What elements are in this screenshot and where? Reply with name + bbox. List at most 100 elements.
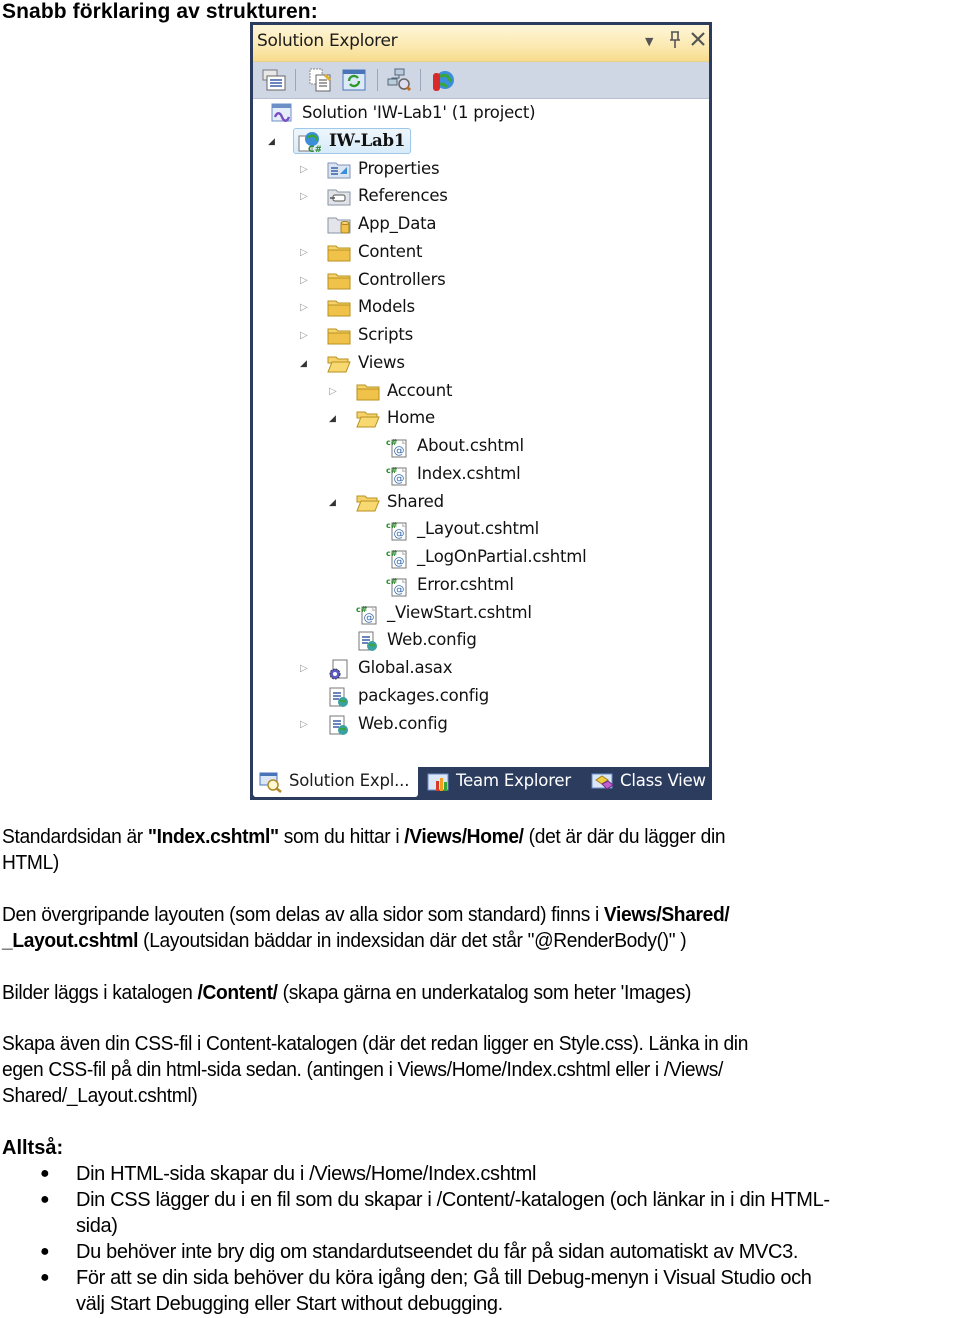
tree-node[interactable]: ▷ Global.asax <box>253 655 703 681</box>
tree-node[interactable]: packages.config <box>253 683 703 709</box>
tree-node[interactable]: c# @ _ViewStart.cshtml <box>253 600 703 626</box>
tree-node-label: _Layout.cshtml <box>417 519 540 539</box>
expand-arrow-icon[interactable]: ▷ <box>300 275 312 287</box>
paragraph-layout: Den övergripande layouten (som delas av … <box>2 902 943 954</box>
tree-node[interactable]: c# @ About.cshtml <box>253 433 703 459</box>
tree-node-label: Global.asax <box>358 658 453 677</box>
collapse-arrow-icon[interactable]: ◢ <box>268 136 280 148</box>
text: Den övergripande layouten (som delas av … <box>2 904 604 926</box>
tree-node[interactable]: ◢ Home <box>253 405 703 431</box>
tree-node[interactable]: App_Data <box>253 211 703 237</box>
tree-node[interactable]: ◢ Views <box>253 350 703 376</box>
window-dropdown-icon[interactable]: ▼ <box>645 35 653 48</box>
summary-list: ● Din HTML-sida skapar du i /Views/Home/I… <box>0 1161 960 1317</box>
tree-node[interactable]: c# @ Index.cshtml <box>253 461 703 487</box>
toolbar-separator <box>377 69 378 91</box>
summary-item-text: Du behöver inte bry dig om standardutsee… <box>76 1241 799 1263</box>
cshtml-file-icon: c# @ <box>386 464 408 486</box>
collapse-arrow-icon[interactable]: ◢ <box>300 358 312 370</box>
tree-node[interactable]: ▷ Web.config <box>253 711 703 737</box>
paragraph-default-page: Standardsidan är "Index.cshtml" som du h… <box>2 824 943 876</box>
tree-node-label: Controllers <box>358 269 446 289</box>
cshtml-file-icon: c# @ <box>386 519 408 541</box>
refresh-icon[interactable] <box>341 67 367 93</box>
expand-arrow-icon[interactable]: ▷ <box>300 719 312 731</box>
tree-node-label: Error.cshtml <box>417 574 514 594</box>
expand-arrow-icon[interactable]: ▷ <box>300 191 312 203</box>
text: Standardsidan är <box>2 826 148 848</box>
toolbar-separator <box>295 69 296 91</box>
tree-node[interactable]: ◢ C# IW-Lab1 <box>253 127 703 155</box>
svg-text:@: @ <box>394 444 405 457</box>
properties-icon[interactable] <box>261 67 287 93</box>
tab-label: Team Explorer <box>456 771 571 790</box>
tab-team-explorer[interactable]: Team Explorer <box>424 767 584 797</box>
tree-node[interactable]: Solution 'IW-Lab1' (1 project) <box>253 100 703 126</box>
tree-node-label: Index.cshtml <box>417 463 521 483</box>
summary-item-text: Din CSS lägger du i en fil som du skapar… <box>76 1189 830 1211</box>
tree-node[interactable]: ▷ References <box>253 183 703 209</box>
tree-node-label: Account <box>387 380 453 400</box>
tree-node-label: IW-Lab1 <box>329 130 406 150</box>
tree-node-label: _ViewStart.cshtml <box>387 602 532 622</box>
solution-explorer-toolbar <box>253 62 709 99</box>
svg-text:C#: C# <box>308 145 321 153</box>
tree-node[interactable]: ▷ Account <box>253 378 703 404</box>
tree-node-label: Web.config <box>387 630 477 650</box>
references-folder-icon <box>327 186 351 206</box>
tree-node-label: Properties <box>358 158 440 178</box>
tree-node[interactable]: ▷ Controllers <box>253 267 703 293</box>
tree-node-label: References <box>358 186 448 206</box>
tab-class-view[interactable]: Class View <box>588 767 708 797</box>
team-explorer-icon <box>427 771 449 791</box>
tree-node[interactable]: c# @ _LogOnPartial.cshtml <box>253 544 703 570</box>
tree-node-label: App_Data <box>358 214 437 233</box>
class-view-icon <box>591 771 614 791</box>
bullet-icon: ● <box>40 1243 50 1260</box>
tree-node-label: packages.config <box>358 685 489 705</box>
solution-icon <box>271 103 293 123</box>
tab-label: Class View <box>620 771 706 790</box>
expand-arrow-icon[interactable]: ▷ <box>300 330 312 342</box>
folder-icon <box>327 270 351 290</box>
tab-solution-explorer[interactable]: Solution Expl... <box>253 767 418 797</box>
view-class-diagram-icon[interactable] <box>386 67 412 93</box>
summary-list-item: ● Din HTML-sida skapar du i /Views/Home/I… <box>0 1161 960 1187</box>
collapse-arrow-icon[interactable]: ◢ <box>329 497 341 509</box>
folder-open-icon <box>327 353 351 373</box>
tree-node-label: Web.config <box>358 713 448 733</box>
filename-highlight: "Index.cshtml" <box>147 826 279 848</box>
tree-node[interactable]: ▷ Properties <box>253 156 703 182</box>
expand-arrow-icon[interactable]: ▷ <box>300 302 312 314</box>
bullet-icon: ● <box>40 1269 50 1286</box>
expand-arrow-icon[interactable]: ▷ <box>300 663 312 675</box>
folder-icon <box>327 242 351 262</box>
cshtml-file-icon: c# @ <box>386 575 408 597</box>
tree-node[interactable]: c# @ Error.cshtml <box>253 572 703 598</box>
expand-arrow-icon[interactable]: ▷ <box>300 164 312 176</box>
expand-arrow-icon[interactable]: ▷ <box>329 386 341 398</box>
tree-node[interactable]: c# @ _Layout.cshtml <box>253 516 703 542</box>
asp-net-configuration-icon[interactable] <box>429 67 455 93</box>
text: Skapa även din CSS-fil i Content-katalog… <box>2 1033 749 1055</box>
tree-node-label: About.cshtml <box>417 436 524 455</box>
folder-icon <box>327 325 351 345</box>
toolbar-separator <box>420 69 421 91</box>
tree-node[interactable]: ▷ Scripts <box>253 322 703 348</box>
close-icon[interactable] <box>690 31 706 52</box>
tree-node[interactable]: ▷ Models <box>253 294 703 320</box>
text: HTML) <box>2 852 59 874</box>
svg-text:@: @ <box>394 472 405 485</box>
tree-node[interactable]: ◢ Shared <box>253 489 703 515</box>
solution-explorer-titlebar: Solution Explorer ▼ <box>253 25 709 62</box>
collapse-arrow-icon[interactable]: ◢ <box>329 413 341 425</box>
expand-arrow-icon[interactable]: ▷ <box>300 247 312 259</box>
solution-explorer-tabs: Solution Expl... Team Explorer Class Vie… <box>253 767 709 797</box>
show-all-files-icon[interactable] <box>307 67 333 93</box>
config-file-icon <box>356 630 378 652</box>
tree-node-label: Scripts <box>358 325 414 344</box>
tree-node[interactable]: Web.config <box>253 627 703 653</box>
svg-text:@: @ <box>394 527 405 540</box>
tree-node[interactable]: ▷ Content <box>253 239 703 265</box>
pin-icon[interactable] <box>668 31 682 54</box>
